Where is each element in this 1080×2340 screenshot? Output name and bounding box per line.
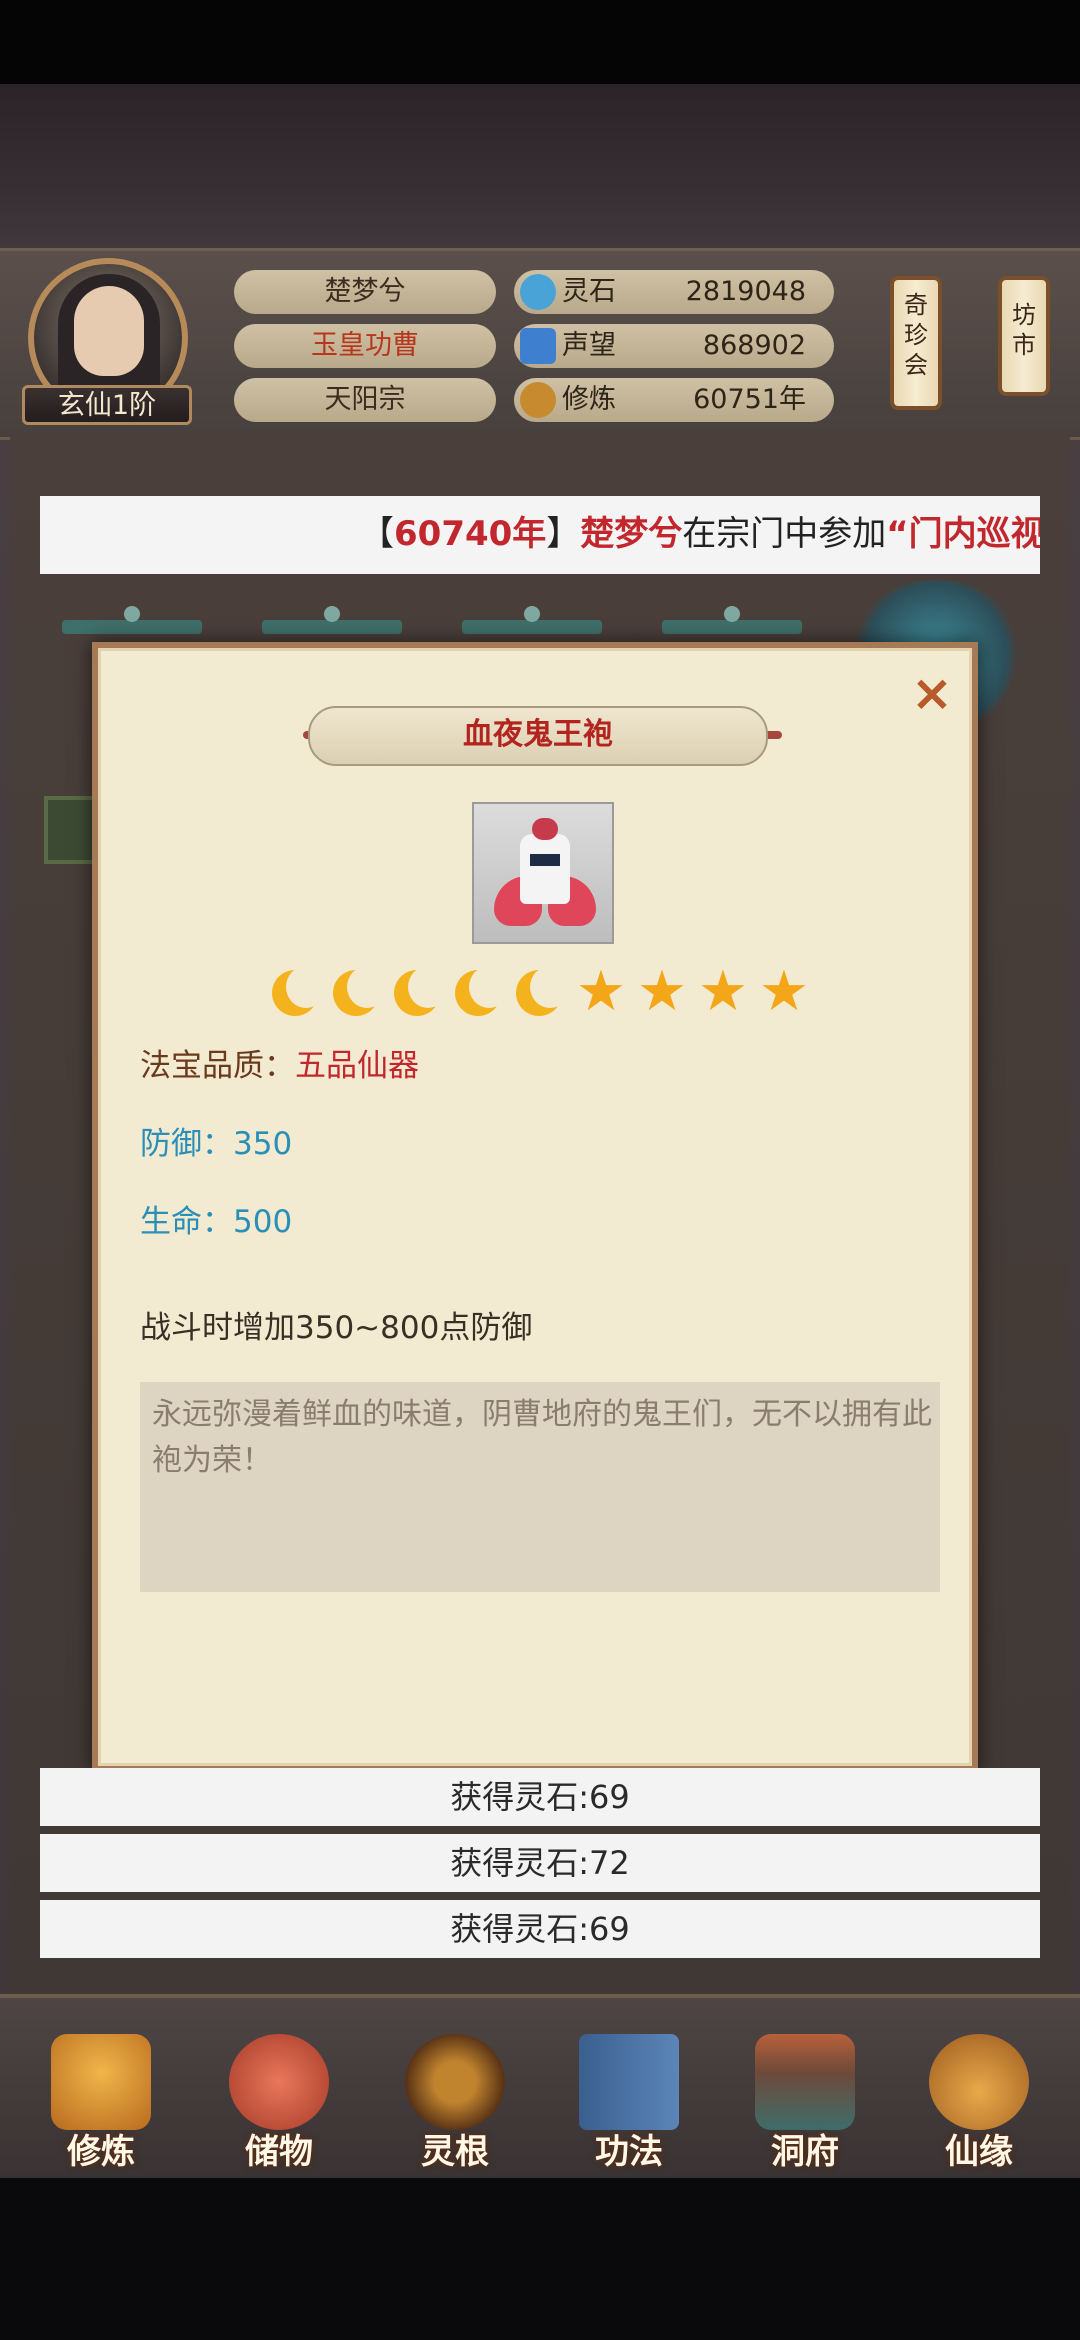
reward-notification: 获得灵石:69 [40,1900,1040,1958]
item-image [472,802,614,944]
nav-label: 灵根 [421,2132,489,2172]
ticker-message: 在宗门中参加 [682,514,887,554]
star-icon: ★ [636,959,688,1024]
nav-fortune[interactable]: 仙缘 [904,2022,1054,2172]
item-rating: ★ ★ ★ ★ [268,959,828,1026]
item-quality: 法宝品质：五品仙器 [140,1046,419,1086]
stat-value: 868902 [702,330,806,361]
treasure-shop-label: 奇珍会 [904,291,928,379]
defense-value: 350 [233,1126,293,1162]
furnace-slot[interactable] [662,606,802,634]
announcement-ticker: 【60740年】楚梦兮在宗门中参加“门内巡视 [40,496,1040,574]
item-name: 血夜鬼王袍 [308,706,768,766]
bottom-bar [0,2174,1080,2340]
player-sect: 天阳宗 [234,378,496,422]
nav-cultivate[interactable]: 修炼 [26,2022,176,2172]
cultivate-icon [51,2034,151,2130]
avatar-face [74,286,144,376]
item-life: 生命：500 [140,1202,292,1242]
stat-value: 2819048 [685,276,806,307]
item-effect: 战斗时增加350~800点防御 [140,1310,533,1346]
close-button[interactable]: × [906,668,958,720]
cultivation-icon [520,382,556,418]
cave-dwelling-icon [755,2034,855,2130]
furnace-slot[interactable] [62,606,202,634]
rank-badge: 玄仙1阶 [22,385,192,425]
ticker-bracket-open: 【 [360,514,394,554]
nav-spirit-root[interactable]: 灵根 [380,2022,530,2172]
nav-label: 仙缘 [945,2132,1013,2172]
status-bar [0,0,1080,84]
nav-label: 储物 [245,2132,313,2172]
stat-cultivation: 修炼 60751年 [514,378,834,422]
nav-storage[interactable]: 储物 [204,2022,354,2172]
nav-label: 功法 [595,2132,663,2172]
quality-value: 五品仙器 [295,1048,419,1084]
star-icon: ★ [575,959,627,1024]
prestige-icon [520,328,556,364]
item-description: 永远弥漫着鲜血的味道，阴曹地府的鬼王们，无不以拥有此袍为荣！ [152,1397,932,1478]
ticker-text: 【60740年】楚梦兮在宗门中参加“门内巡视 [360,510,1040,558]
nav-label: 洞府 [771,2132,839,2172]
ticker-year: 60740年 [394,514,547,554]
quality-label: 法宝品质： [140,1048,295,1084]
furnace-slot[interactable] [462,606,602,634]
stat-label: 声望 [562,330,616,361]
storage-bag-icon [229,2034,329,2130]
stat-prestige: 声望 868902 [514,324,834,368]
item-detail-dialog: 血夜鬼王袍 × ★ ★ ★ ★ 法宝品质：五品仙器 防御：350 生命：500 战斗时… [92,642,978,1772]
defense-label: 防御： [140,1126,233,1162]
star-icon: ★ [697,959,749,1024]
market-button[interactable]: 坊市 [998,276,1050,396]
nav-technique[interactable]: 功法 [554,2022,704,2172]
moon-icon [329,966,387,1020]
fortune-gourd-icon [929,2034,1029,2130]
market-label: 坊市 [1012,301,1036,359]
ticker-bracket-close: 】 [546,514,581,554]
life-value: 500 [233,1204,293,1240]
moon-icon [451,966,509,1020]
spirit-stone-icon [520,274,556,310]
stat-label: 灵石 [562,276,616,307]
ticker-event: “门内巡视 [886,514,1040,554]
stat-spirit-stone: 灵石 2819048 [514,270,834,314]
spirit-root-icon [405,2034,505,2130]
close-icon: × [911,664,953,722]
stat-value: 60751年 [693,384,806,415]
reward-notification: 获得灵石:69 [40,1768,1040,1826]
moon-icon [390,966,448,1020]
nav-label: 修炼 [67,2132,135,2172]
star-icon: ★ [758,959,810,1024]
moon-icon [268,966,326,1020]
moon-icon [512,966,570,1020]
item-description-box: 永远弥漫着鲜血的味道，阴曹地府的鬼王们，无不以拥有此袍为荣！ [140,1382,940,1592]
treasure-shop-button[interactable]: 奇珍会 [890,276,942,410]
stat-label: 修炼 [562,384,616,415]
technique-book-icon [579,2034,679,2130]
life-label: 生命： [140,1204,233,1240]
item-defense: 防御：350 [140,1124,292,1164]
reward-notification: 获得灵石:72 [40,1834,1040,1892]
nav-cave[interactable]: 洞府 [730,2022,880,2172]
player-title: 玉皇功曹 [234,324,496,368]
furnace-slot[interactable] [262,606,402,634]
ticker-player-name: 楚梦兮 [580,514,683,554]
player-name: 楚梦兮 [234,270,496,314]
